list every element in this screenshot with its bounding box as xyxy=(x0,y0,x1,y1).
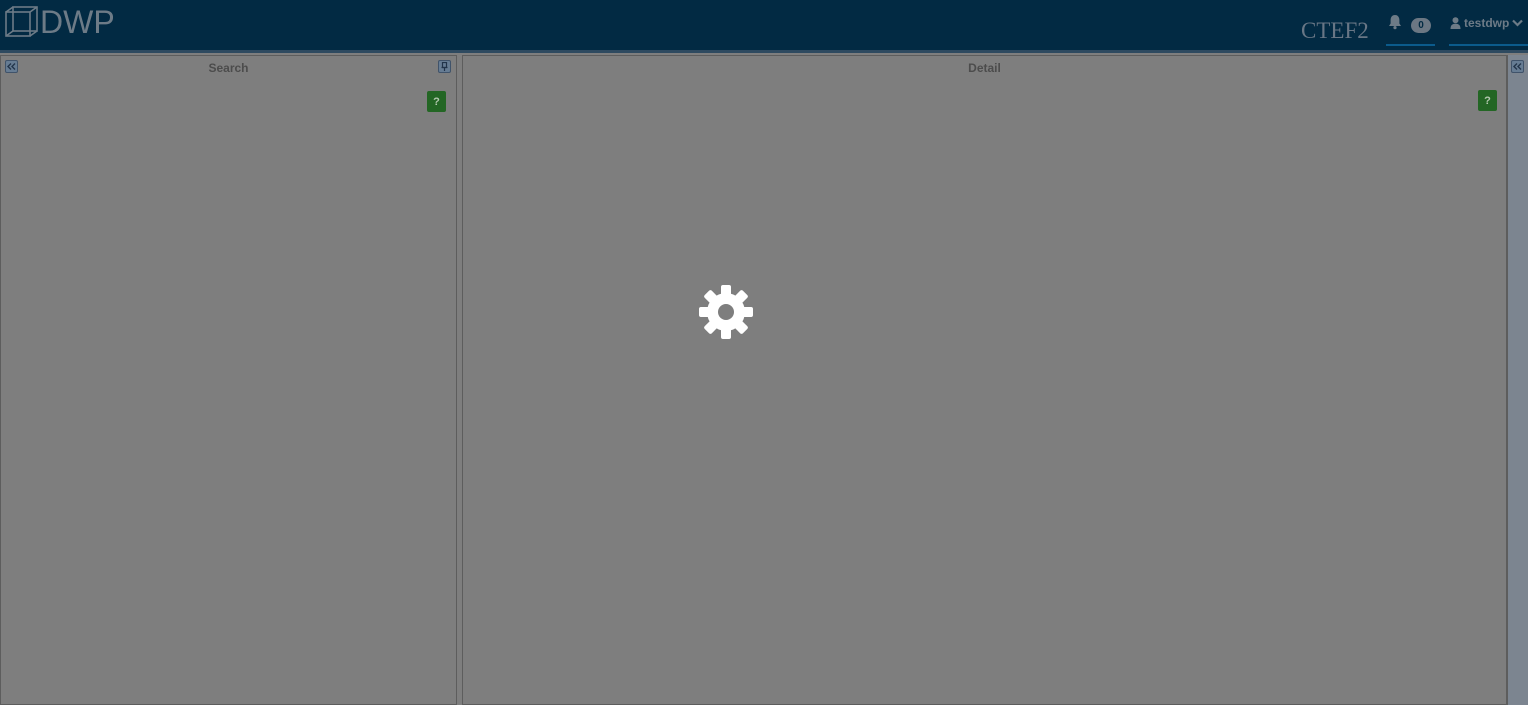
notifications-button[interactable]: 0 xyxy=(1386,10,1435,46)
expand-right-panel-button[interactable] xyxy=(1511,60,1524,73)
gear-spinner-icon xyxy=(699,285,753,339)
chevron-down-icon xyxy=(1512,19,1524,27)
detail-panel: Detail ? xyxy=(462,55,1507,705)
app-logo[interactable]: DWP xyxy=(4,4,115,40)
detail-panel-title: Detail xyxy=(968,61,1001,75)
user-icon xyxy=(1450,17,1461,29)
app-header: DWP CTEF2 0 testdwp xyxy=(0,0,1528,50)
notification-count-badge: 0 xyxy=(1411,18,1431,33)
bell-icon xyxy=(1389,15,1401,30)
header-divider xyxy=(0,50,1528,53)
search-panel-title: Search xyxy=(208,61,249,75)
right-collapsed-panel xyxy=(1507,55,1528,705)
cube-logo-icon xyxy=(5,6,38,37)
username: testdwp xyxy=(1464,16,1510,30)
detail-help-button[interactable]: ? xyxy=(1478,90,1497,111)
logo-text: DWP xyxy=(40,4,115,40)
search-panel: Search ? xyxy=(0,55,457,705)
environment-label: CTEF2 xyxy=(1301,18,1369,43)
search-help-button[interactable]: ? xyxy=(427,91,446,112)
double-chevron-left-icon xyxy=(1513,63,1522,70)
pin-search-button[interactable] xyxy=(438,60,451,73)
user-menu[interactable]: testdwp xyxy=(1449,10,1528,46)
pin-icon xyxy=(441,62,448,71)
